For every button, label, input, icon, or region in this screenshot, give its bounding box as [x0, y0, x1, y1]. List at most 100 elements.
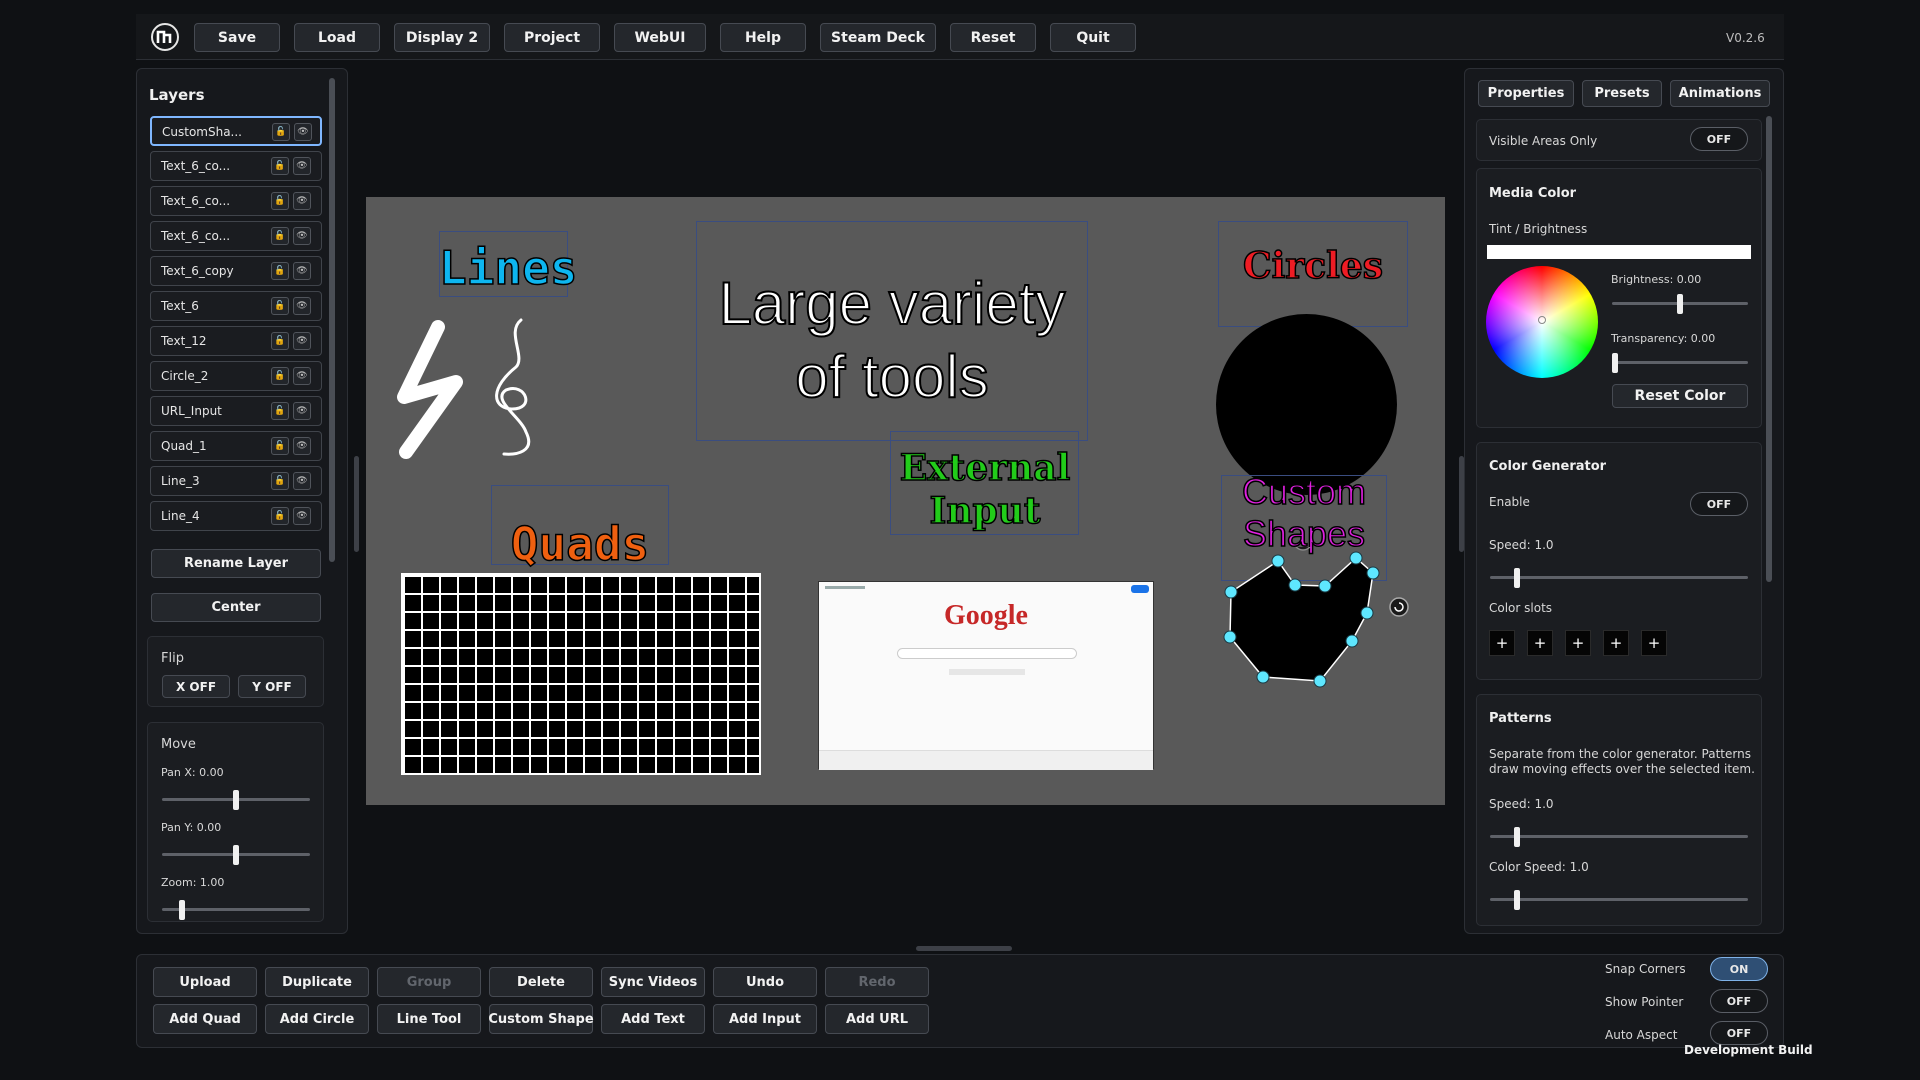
- layer-item[interactable]: Line_4 🔓 👁: [150, 501, 322, 531]
- color-slot-add-button[interactable]: +: [1603, 630, 1629, 656]
- flip-y-button[interactable]: Y OFF: [238, 675, 306, 698]
- main-title-line-2[interactable]: of tools: [696, 342, 1088, 411]
- zoom-slider-thumb[interactable]: [179, 900, 186, 920]
- add-url-button[interactable]: Add URL: [825, 1004, 929, 1034]
- lock-icon[interactable]: 🔓: [271, 402, 289, 420]
- left-splitter-handle[interactable]: [354, 456, 359, 552]
- patterns-color-speed-slider[interactable]: [1490, 890, 1748, 910]
- line-drawings[interactable]: [386, 312, 586, 462]
- lock-icon[interactable]: 🔓: [272, 123, 290, 141]
- lock-icon[interactable]: 🔓: [271, 367, 289, 385]
- snap-corners-toggle[interactable]: ON: [1710, 957, 1768, 981]
- color-wheel-cursor[interactable]: [1538, 316, 1546, 324]
- eye-icon[interactable]: 👁: [293, 297, 311, 315]
- properties-scrollbar[interactable]: [1766, 116, 1772, 582]
- reset-button[interactable]: Reset: [950, 23, 1036, 52]
- lock-icon[interactable]: 🔓: [271, 332, 289, 350]
- add-quad-button[interactable]: Add Quad: [153, 1004, 257, 1034]
- bottom-splitter-handle[interactable]: [916, 946, 1012, 951]
- eye-icon[interactable]: 👁: [293, 437, 311, 455]
- layer-item[interactable]: Text_6_co... 🔓 👁: [150, 221, 322, 251]
- layers-scrollbar[interactable]: [329, 78, 335, 562]
- color-slot-add-button[interactable]: +: [1565, 630, 1591, 656]
- tint-bar[interactable]: [1487, 245, 1751, 259]
- steam-deck-button[interactable]: Steam Deck: [820, 23, 936, 52]
- tab-animations[interactable]: Animations: [1670, 80, 1770, 107]
- sync-videos-button[interactable]: Sync Videos: [601, 967, 705, 997]
- tab-properties[interactable]: Properties: [1478, 80, 1574, 107]
- layer-item[interactable]: Line_3 🔓 👁: [150, 466, 322, 496]
- add-input-button[interactable]: Add Input: [713, 1004, 817, 1034]
- webui-button[interactable]: WebUI: [614, 23, 706, 52]
- pan-y-slider-thumb[interactable]: [233, 845, 239, 865]
- color-slot-add-button[interactable]: +: [1527, 630, 1553, 656]
- undo-button[interactable]: Undo: [713, 967, 817, 997]
- layer-item[interactable]: CustomSha... 🔓 👁: [150, 116, 322, 146]
- layer-item[interactable]: Quad_1 🔓 👁: [150, 431, 322, 461]
- flip-x-button[interactable]: X OFF: [162, 675, 230, 698]
- center-button[interactable]: Center: [151, 593, 321, 622]
- load-button[interactable]: Load: [294, 23, 380, 52]
- brightness-slider[interactable]: [1612, 294, 1748, 314]
- external-title-line-1[interactable]: External: [876, 446, 1094, 490]
- pan-y-slider[interactable]: [162, 845, 310, 865]
- visible-areas-toggle[interactable]: OFF: [1690, 127, 1748, 151]
- lock-icon[interactable]: 🔓: [271, 297, 289, 315]
- pan-x-slider[interactable]: [162, 790, 310, 810]
- patterns-color-speed-thumb[interactable]: [1514, 890, 1520, 910]
- lock-icon[interactable]: 🔓: [271, 157, 289, 175]
- eye-icon[interactable]: 👁: [293, 157, 311, 175]
- quad-grid[interactable]: [401, 573, 761, 775]
- delete-button[interactable]: Delete: [489, 967, 593, 997]
- layer-item[interactable]: Text_6_copy 🔓 👁: [150, 256, 322, 286]
- group-button[interactable]: Group: [377, 967, 481, 997]
- lock-icon[interactable]: 🔓: [271, 472, 289, 490]
- transparency-slider[interactable]: [1612, 353, 1748, 373]
- external-title-line-2[interactable]: Input: [876, 489, 1094, 533]
- display-button[interactable]: Display 2: [394, 23, 490, 52]
- layer-item[interactable]: Text_6_co... 🔓 👁: [150, 151, 322, 181]
- layer-item[interactable]: Text_12 🔓 👁: [150, 326, 322, 356]
- reset-color-button[interactable]: Reset Color: [1612, 384, 1748, 408]
- color-slot-add-button[interactable]: +: [1489, 630, 1515, 656]
- url-input-preview[interactable]: Google: [818, 581, 1154, 770]
- rename-layer-button[interactable]: Rename Layer: [151, 549, 321, 578]
- help-button[interactable]: Help: [720, 23, 806, 52]
- eye-icon[interactable]: 👁: [293, 332, 311, 350]
- add-text-button[interactable]: Add Text: [601, 1004, 705, 1034]
- transparency-slider-thumb[interactable]: [1612, 353, 1618, 373]
- custom-title-line-1[interactable]: Custom: [1206, 470, 1402, 513]
- project-button[interactable]: Project: [504, 23, 600, 52]
- zoom-slider[interactable]: [162, 900, 310, 920]
- quit-button[interactable]: Quit: [1050, 23, 1136, 52]
- save-button[interactable]: Save: [194, 23, 280, 52]
- patterns-speed-thumb[interactable]: [1514, 827, 1520, 847]
- circles-title[interactable]: Circles: [1218, 244, 1408, 288]
- line-tool-button[interactable]: Line Tool: [377, 1004, 481, 1034]
- eye-icon[interactable]: 👁: [293, 227, 311, 245]
- layer-item[interactable]: Text_6 🔓 👁: [150, 291, 322, 321]
- circle-shape[interactable]: [1216, 314, 1397, 495]
- custom-shape-button[interactable]: Custom Shape: [488, 1004, 594, 1034]
- color-generator-toggle[interactable]: OFF: [1690, 492, 1748, 516]
- redo-button[interactable]: Redo: [825, 967, 929, 997]
- eye-icon[interactable]: 👁: [293, 192, 311, 210]
- eye-icon[interactable]: 👁: [293, 472, 311, 490]
- lock-icon[interactable]: 🔓: [271, 437, 289, 455]
- duplicate-button[interactable]: Duplicate: [265, 967, 369, 997]
- layer-item[interactable]: Circle_2 🔓 👁: [150, 361, 322, 391]
- lock-icon[interactable]: 🔓: [271, 262, 289, 280]
- upload-button[interactable]: Upload: [153, 967, 257, 997]
- eye-icon[interactable]: 👁: [293, 262, 311, 280]
- brightness-slider-thumb[interactable]: [1677, 294, 1683, 314]
- eye-icon[interactable]: 👁: [293, 507, 311, 525]
- color-generator-speed-slider[interactable]: [1490, 568, 1748, 588]
- add-circle-button[interactable]: Add Circle: [265, 1004, 369, 1034]
- lock-icon[interactable]: 🔓: [271, 507, 289, 525]
- eye-icon[interactable]: 👁: [294, 123, 312, 141]
- auto-aspect-toggle[interactable]: OFF: [1710, 1021, 1768, 1045]
- eye-icon[interactable]: 👁: [293, 402, 311, 420]
- patterns-speed-slider[interactable]: [1490, 827, 1748, 847]
- color-slot-add-button[interactable]: +: [1641, 630, 1667, 656]
- layer-item[interactable]: URL_Input 🔓 👁: [150, 396, 322, 426]
